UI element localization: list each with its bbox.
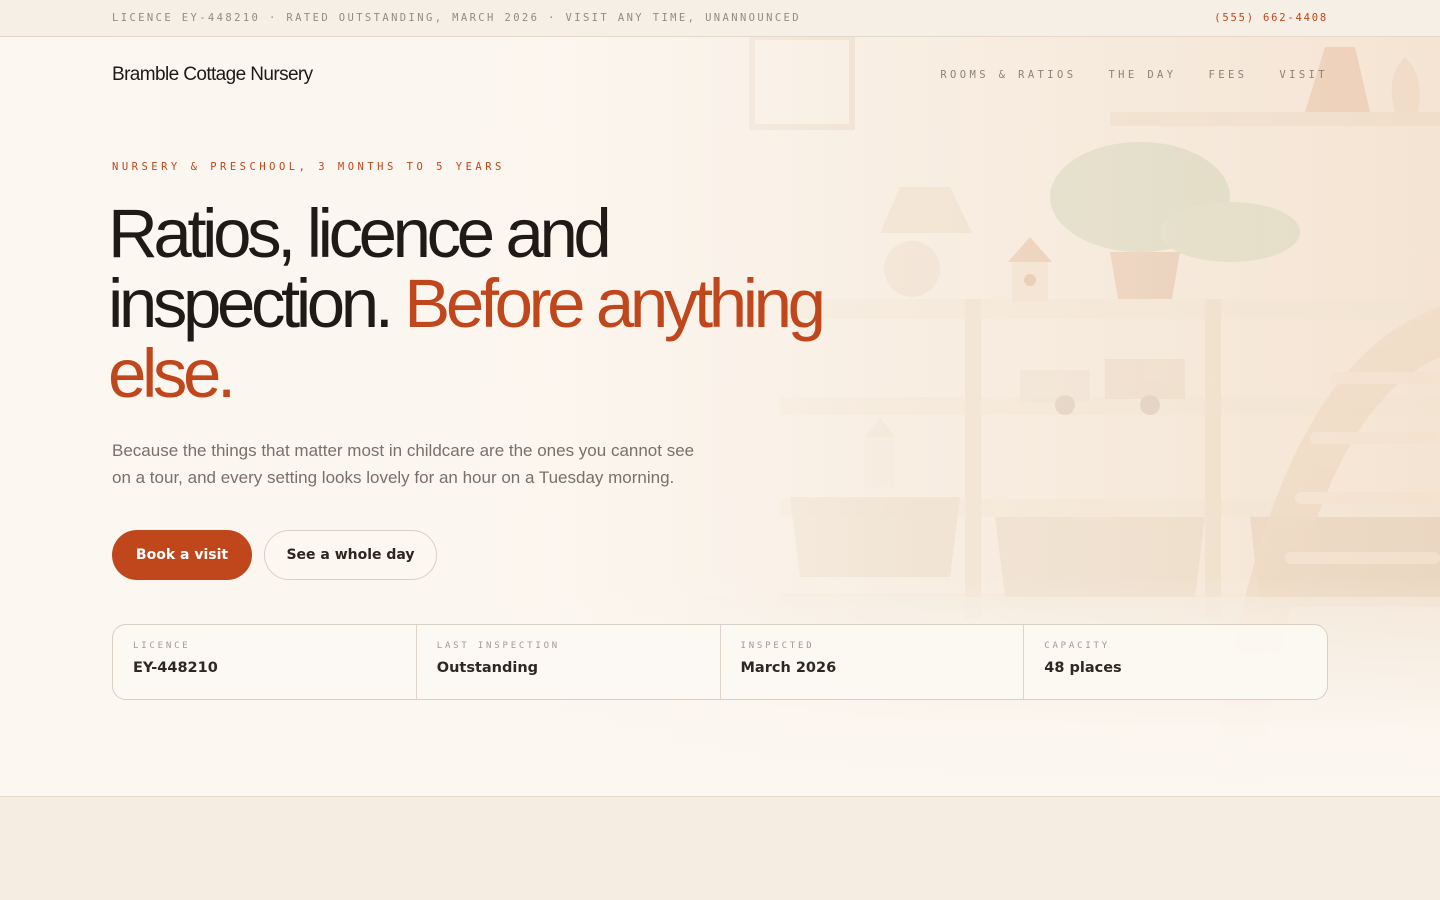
- brand-logo[interactable]: Bramble Cottage Nursery: [112, 64, 313, 86]
- hero-lede: Because the things that matter most in c…: [112, 441, 695, 487]
- nav-links: ROOMS & RATIOS THE DAY FEES VISIT: [940, 69, 1328, 81]
- fact-value: EY-448210: [133, 660, 218, 676]
- phone-link[interactable]: (555) 662-4408: [1214, 12, 1328, 24]
- hero-eyebrow: NURSERY & PRESCHOOL, 3 MONTHS TO 5 YEARS: [112, 161, 505, 173]
- nav-link-rooms-ratios[interactable]: ROOMS & RATIOS: [940, 69, 1076, 81]
- fact-label: INSPECTED: [740, 641, 815, 651]
- fact-label: CAPACITY: [1044, 641, 1110, 651]
- facts-strip: LICENCE EY-448210 LAST INSPECTION Outsta…: [112, 624, 1328, 700]
- fact-value: March 2026: [740, 660, 837, 676]
- licence-notice: LICENCE EY-448210 · RATED OUTSTANDING, M…: [112, 12, 802, 24]
- book-visit-button[interactable]: Book a visit: [112, 530, 252, 580]
- fact-licence: LICENCE EY-448210: [113, 625, 417, 699]
- top-info-bar: LICENCE EY-448210 · RATED OUTSTANDING, M…: [0, 0, 1440, 37]
- fact-label: LICENCE: [133, 641, 191, 651]
- main-nav: Bramble Cottage Nursery ROOMS & RATIOS T…: [112, 61, 1328, 89]
- fact-value: Outstanding: [436, 660, 539, 676]
- next-section-band: [0, 797, 1440, 900]
- nav-link-visit[interactable]: VISIT: [1279, 69, 1328, 81]
- hero-section: Bramble Cottage Nursery ROOMS & RATIOS T…: [0, 37, 1440, 797]
- fact-label: LAST INSPECTION: [436, 641, 561, 651]
- hero-headline: Ratios, licence and inspection. Before a…: [108, 199, 898, 409]
- fact-last-inspection: LAST INSPECTION Outstanding: [417, 625, 721, 699]
- fact-capacity: CAPACITY 48 places: [1024, 625, 1327, 699]
- cta-row: Book a visit See a whole day: [112, 530, 437, 580]
- nav-link-fees[interactable]: FEES: [1209, 69, 1248, 81]
- see-whole-day-button[interactable]: See a whole day: [264, 530, 437, 580]
- nav-link-the-day[interactable]: THE DAY: [1108, 69, 1176, 81]
- fact-value: 48 places: [1044, 660, 1122, 676]
- fact-inspected: INSPECTED March 2026: [721, 625, 1025, 699]
